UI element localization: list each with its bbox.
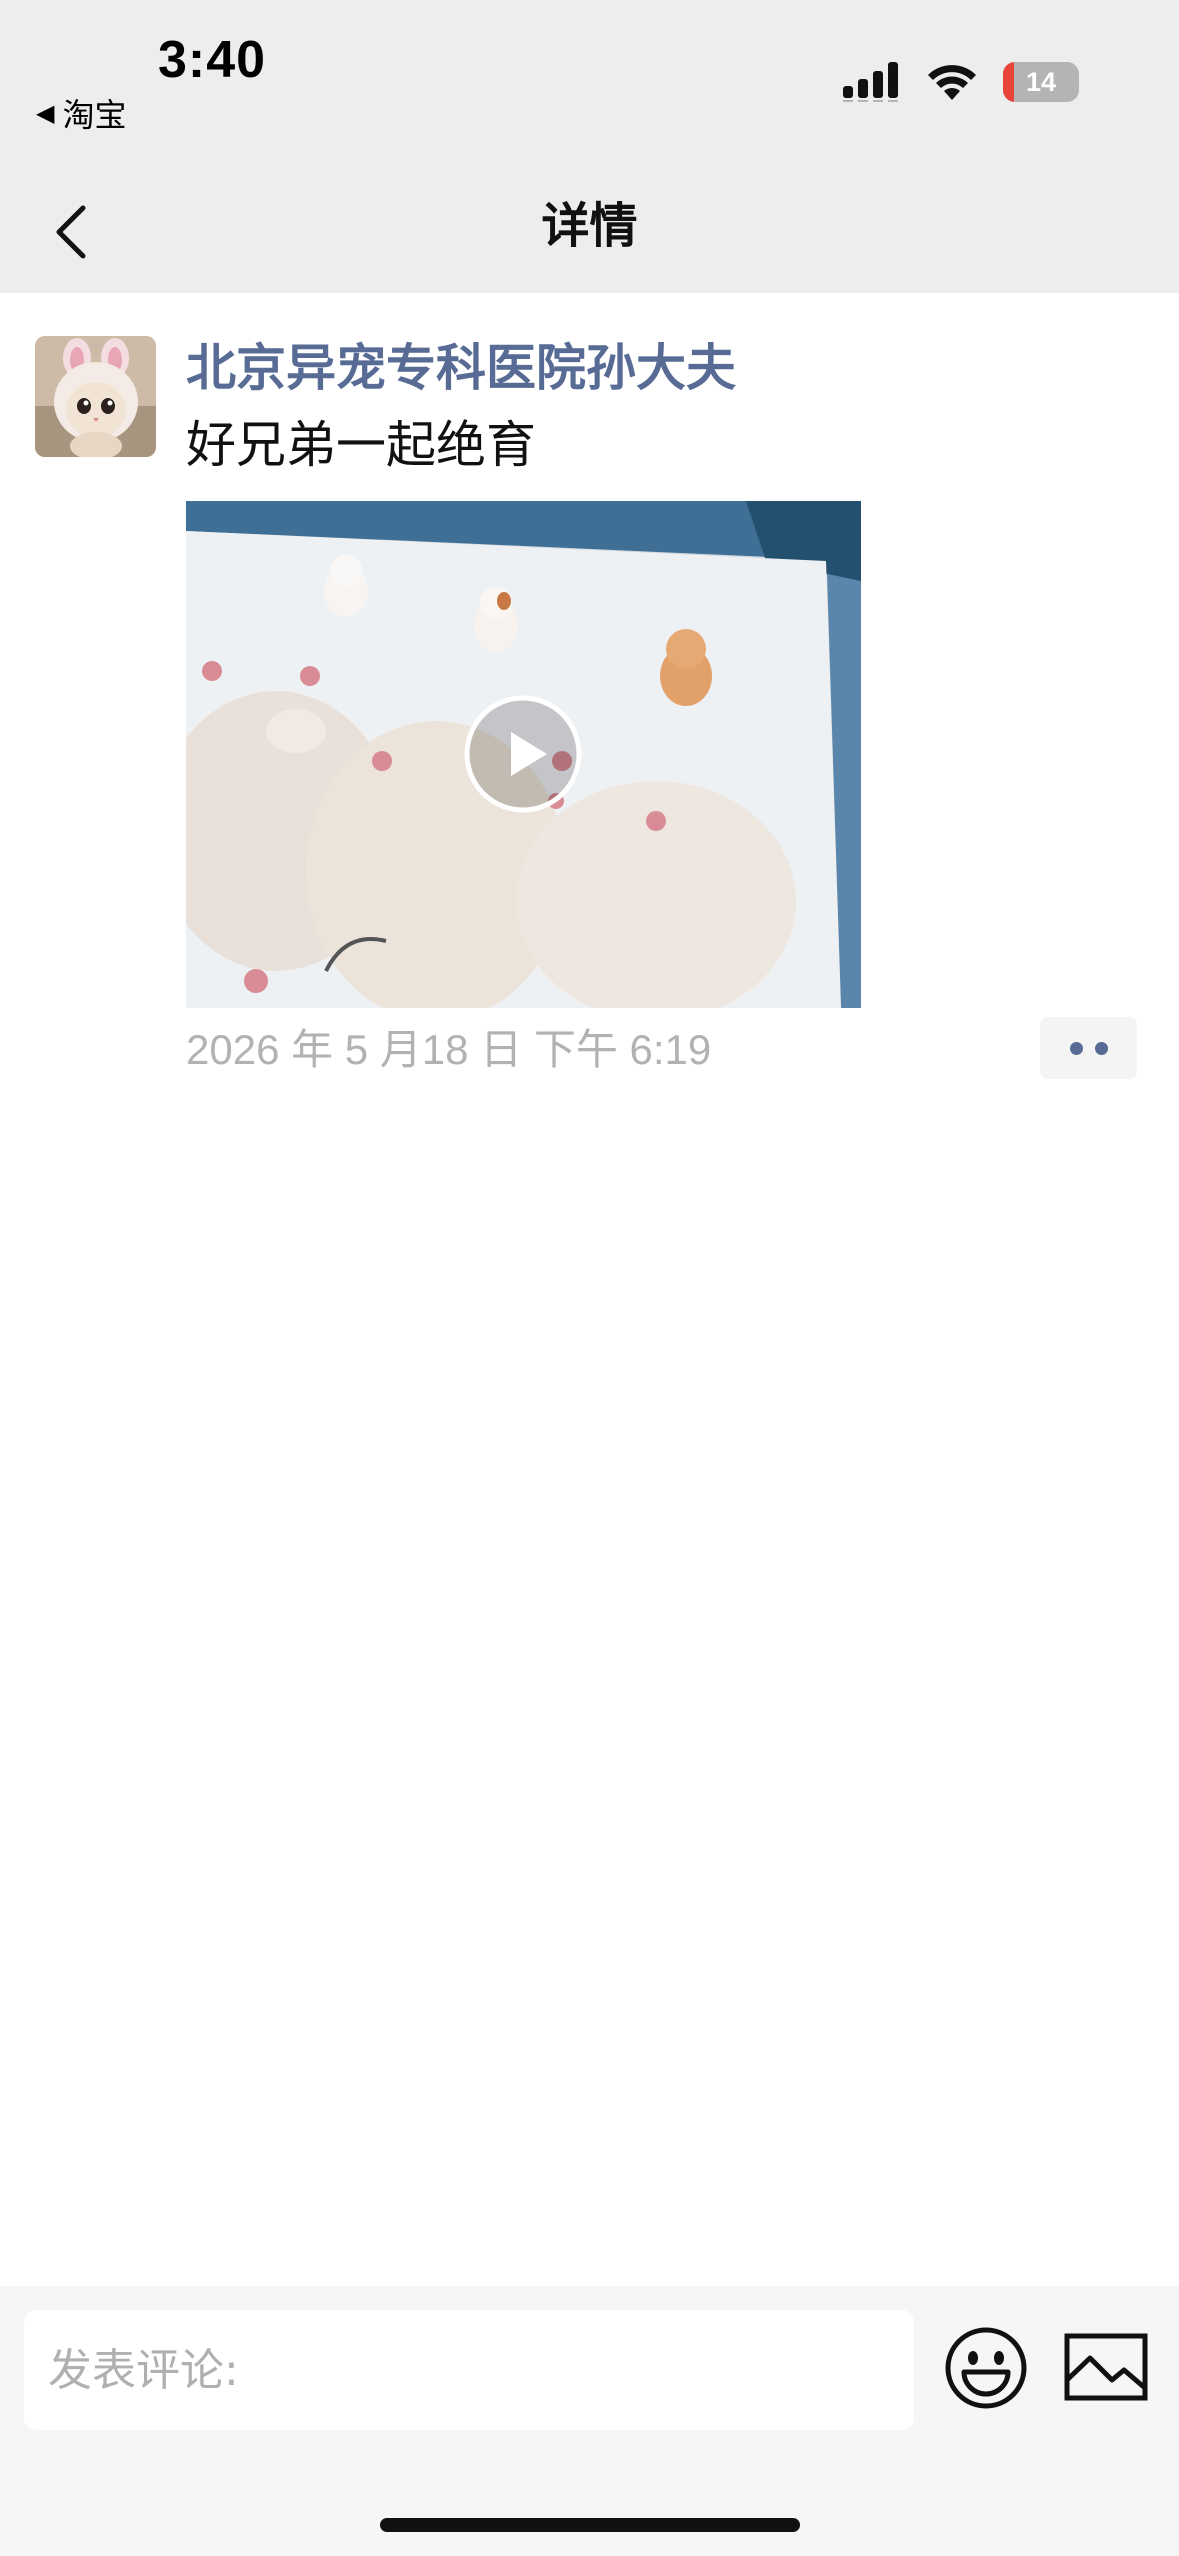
dot-icon xyxy=(1094,1041,1108,1055)
author-avatar[interactable] xyxy=(35,336,156,457)
home-indicator[interactable] xyxy=(380,2518,800,2532)
cellular-signal-icon xyxy=(843,62,898,102)
status-icons: 14 xyxy=(843,62,1079,102)
image-icon xyxy=(1064,2333,1148,2401)
back-app-label: 淘宝 xyxy=(62,96,127,134)
play-button[interactable] xyxy=(463,694,583,814)
emoji-button[interactable] xyxy=(944,2326,1028,2410)
wifi-icon xyxy=(928,65,976,100)
author-name-link[interactable]: 北京异宠专科医院孙大夫 xyxy=(186,336,736,400)
post-more-button[interactable] xyxy=(1040,1017,1137,1079)
status-bar: 3:40 ◀ 淘宝 14 xyxy=(0,0,1179,170)
cat-avatar-image xyxy=(35,336,156,457)
post-text: 好兄弟一起绝育 xyxy=(186,416,536,474)
two-dots-icon xyxy=(1069,1041,1083,1055)
page-title: 详情 xyxy=(541,198,638,254)
image-button[interactable] xyxy=(1064,2330,1148,2406)
nav-bar: 详情 xyxy=(0,170,1179,293)
battery-icon: 14 xyxy=(1003,62,1079,102)
post-timestamp: 2026 年 5 月18 日 下午 6:19 xyxy=(186,1026,712,1073)
back-triangle-icon: ◀ xyxy=(36,99,55,127)
battery-percentage: 14 xyxy=(1025,67,1057,97)
back-to-app-button[interactable]: ◀ 淘宝 xyxy=(36,90,126,136)
smiley-icon xyxy=(945,2327,1027,2409)
play-icon xyxy=(464,695,582,813)
post-video[interactable] xyxy=(186,501,861,1008)
comment-bar xyxy=(0,2286,1179,2556)
status-time: 3:40 xyxy=(158,31,267,89)
comment-input[interactable] xyxy=(24,2310,914,2430)
